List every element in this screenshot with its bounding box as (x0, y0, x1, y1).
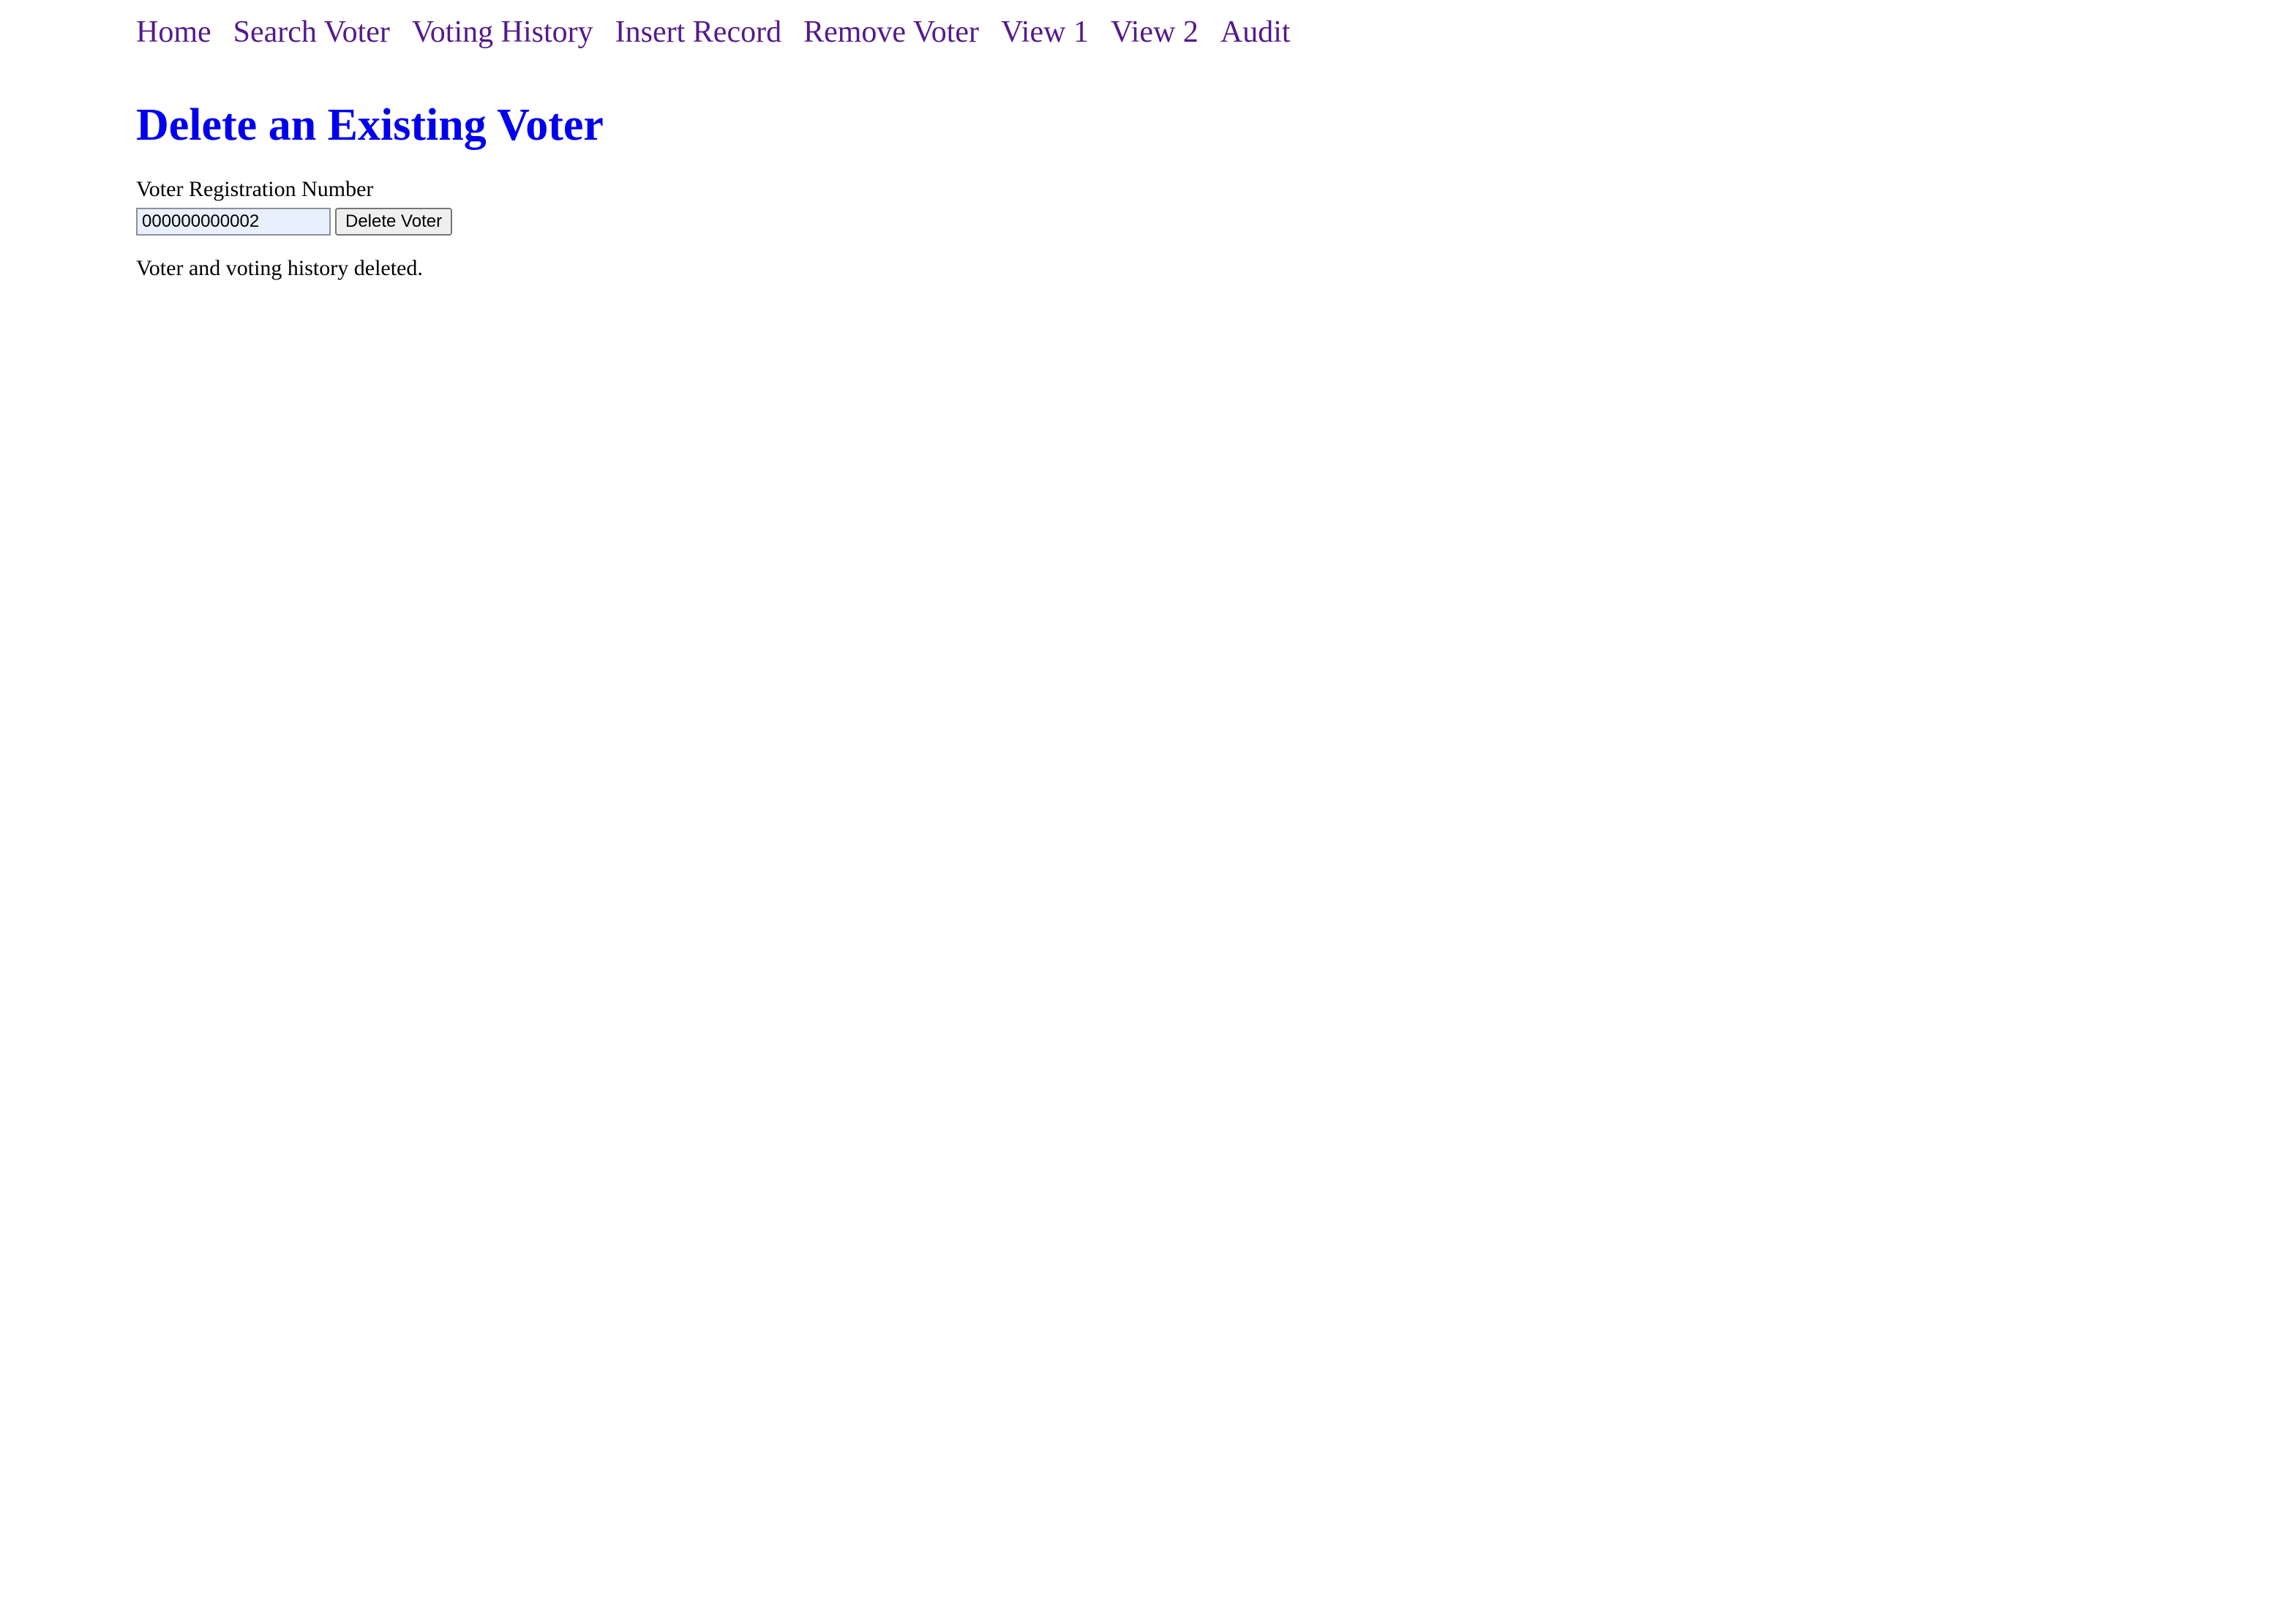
top-nav: Home Search Voter Voting History Insert … (136, 9, 1291, 56)
nav-link-insert-record[interactable]: Insert Record (615, 9, 781, 56)
page-title: Delete an Existing Voter (136, 100, 604, 150)
nav-link-remove-voter[interactable]: Remove Voter (803, 9, 979, 56)
page-container: Home Search Voter Voting History Insert … (136, 0, 2296, 1605)
delete-voter-button[interactable]: Delete Voter (335, 208, 453, 236)
delete-voter-form: Delete Voter (136, 208, 453, 236)
nav-link-view-1[interactable]: View 1 (1001, 9, 1089, 56)
nav-link-view-2[interactable]: View 2 (1111, 9, 1198, 56)
nav-link-audit[interactable]: Audit (1220, 9, 1291, 56)
nav-link-home[interactable]: Home (136, 9, 211, 56)
voter-number-label: Voter Registration Number (136, 177, 374, 201)
nav-link-voting-history[interactable]: Voting History (412, 9, 593, 56)
voter-number-input[interactable] (136, 208, 331, 236)
nav-link-search-voter[interactable]: Search Voter (233, 9, 390, 56)
status-message: Voter and voting history deleted. (136, 256, 423, 280)
